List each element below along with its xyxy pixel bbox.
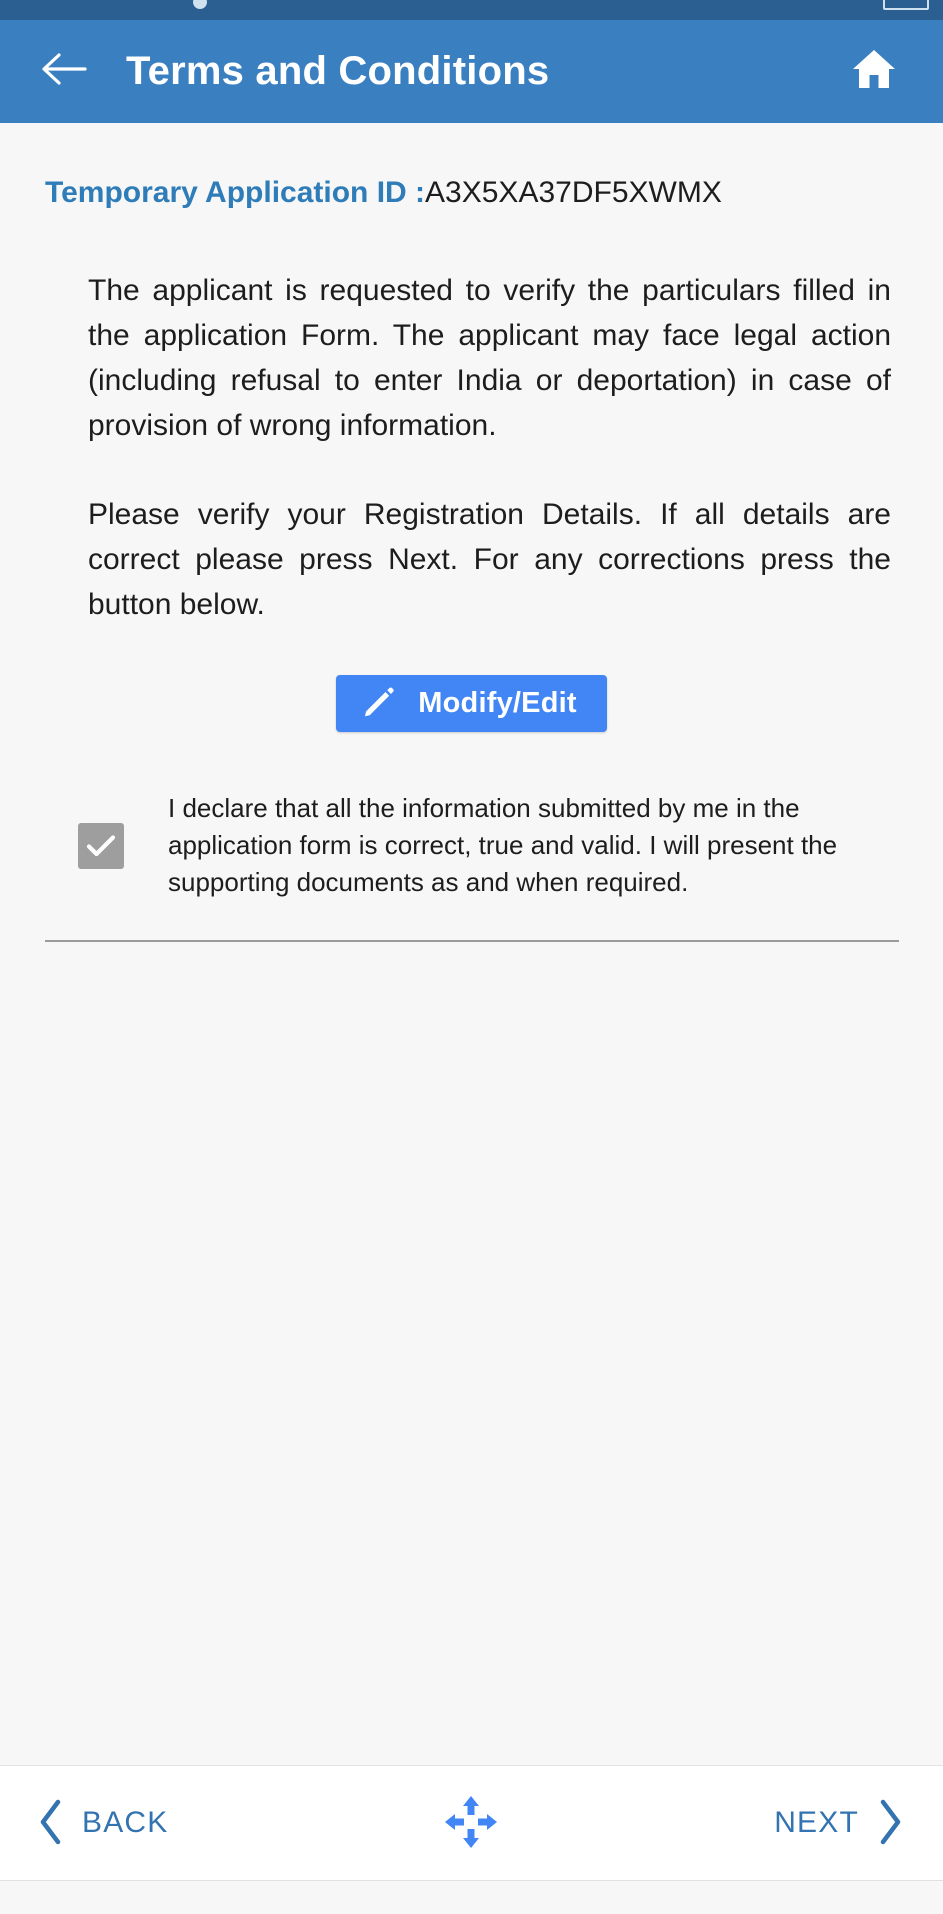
verify-registration-paragraph: Please verify your Registration Details.… [88,498,891,621]
status-bar [0,0,943,20]
chevron-right-icon [877,1799,903,1848]
application-id-value: A3X5XA37DF5XWMX [425,176,722,209]
chevron-left-icon [38,1799,64,1848]
move-arrows-icon [443,1794,499,1853]
app-header: Terms and Conditions [0,20,943,123]
pencil-icon [362,685,396,722]
status-bar-indicator-icon [193,0,207,9]
main-content: Temporary Application ID :A3X5XA37DF5XWM… [0,123,943,1765]
back-nav-button[interactable]: BACK [28,1789,179,1858]
home-button[interactable] [843,41,905,103]
battery-icon [883,0,929,10]
declaration-text: I declare that all the information submi… [168,793,838,897]
modify-edit-label: Modify/Edit [418,687,577,719]
next-nav-label: NEXT [774,1806,859,1839]
back-button[interactable] [32,41,94,103]
back-nav-label: BACK [82,1806,169,1839]
arrow-left-icon [39,49,87,94]
declaration-checkbox[interactable] [78,822,124,869]
bottom-navigation-bar: BACK NEXT [0,1765,943,1881]
home-icon [851,47,897,96]
modify-button-container: Modify/Edit [0,675,943,732]
page-title: Terms and Conditions [126,49,550,93]
footer-gap [0,1881,943,1914]
declaration-row[interactable]: I declare that all the information submi… [52,790,895,901]
section-divider [45,940,899,942]
application-id-label: Temporary Application ID : [45,176,426,209]
move-nav-button[interactable] [433,1784,509,1863]
temporary-application-id: Temporary Application ID :A3X5XA37DF5XWM… [45,176,943,210]
modify-edit-button[interactable]: Modify/Edit [336,675,607,732]
verify-particulars-paragraph: The applicant is requested to verify the… [88,274,891,442]
check-icon [86,834,116,856]
next-nav-button[interactable]: NEXT [764,1789,913,1858]
